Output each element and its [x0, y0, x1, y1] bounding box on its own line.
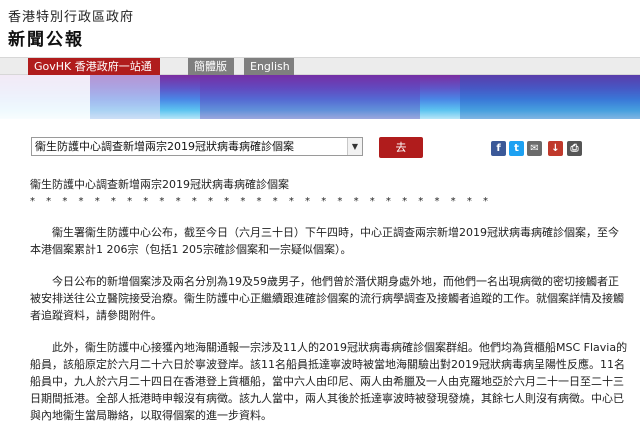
twitter-icon[interactable]: t	[509, 141, 524, 156]
chevron-down-icon[interactable]: ▼	[347, 138, 362, 155]
simplified-chinese-link[interactable]: 簡體版	[188, 58, 234, 75]
article-paragraph: 衞生署衞生防護中心公布，截至今日（六月三十日）下午四時，中心正調查兩宗新增201…	[30, 226, 619, 256]
article-select[interactable]: 衞生防護中心調查新增兩宗2019冠狀病毒病確診個案 ▼	[31, 137, 363, 156]
print-icon[interactable]: ⎙	[567, 141, 582, 156]
english-link[interactable]: English	[244, 58, 294, 75]
title-divider-stars: * * * * * * * * * * * * * * * * * * * * …	[30, 196, 493, 207]
site-title: 新聞公報	[8, 30, 84, 50]
email-icon[interactable]: ✉	[527, 141, 542, 156]
government-name: 香港特別行政區政府	[8, 10, 135, 25]
govhk-link[interactable]: GovHK 香港政府一站通	[28, 58, 160, 75]
banner-graphic	[0, 75, 640, 119]
article-paragraph: 今日公布的新增個案涉及兩名分別為19及59歲男子，他們曾於潛伏期身處外地，而他們…	[30, 275, 624, 322]
facebook-icon[interactable]: f	[491, 141, 506, 156]
page-header: 香港特別行政區政府 新聞公報	[0, 0, 640, 52]
article-body: 衞生防護中心調查新增兩宗2019冠狀病毒病確診個案 * * * * * * * …	[30, 178, 628, 423]
top-navbar: GovHK 香港政府一站通 簡體版 English	[0, 57, 640, 75]
download-icon[interactable]: ↓	[548, 141, 563, 156]
article-select-value: 衞生防護中心調查新增兩宗2019冠狀病毒病確診個案	[35, 140, 294, 153]
go-button[interactable]: 去	[379, 137, 423, 158]
article-paragraph: 此外，衞生防護中心接獲內地海關通報一宗涉及11人的2019冠狀病毒病確診個案群組…	[30, 341, 628, 422]
article-title: 衞生防護中心調查新增兩宗2019冠狀病毒病確診個案	[30, 178, 289, 191]
